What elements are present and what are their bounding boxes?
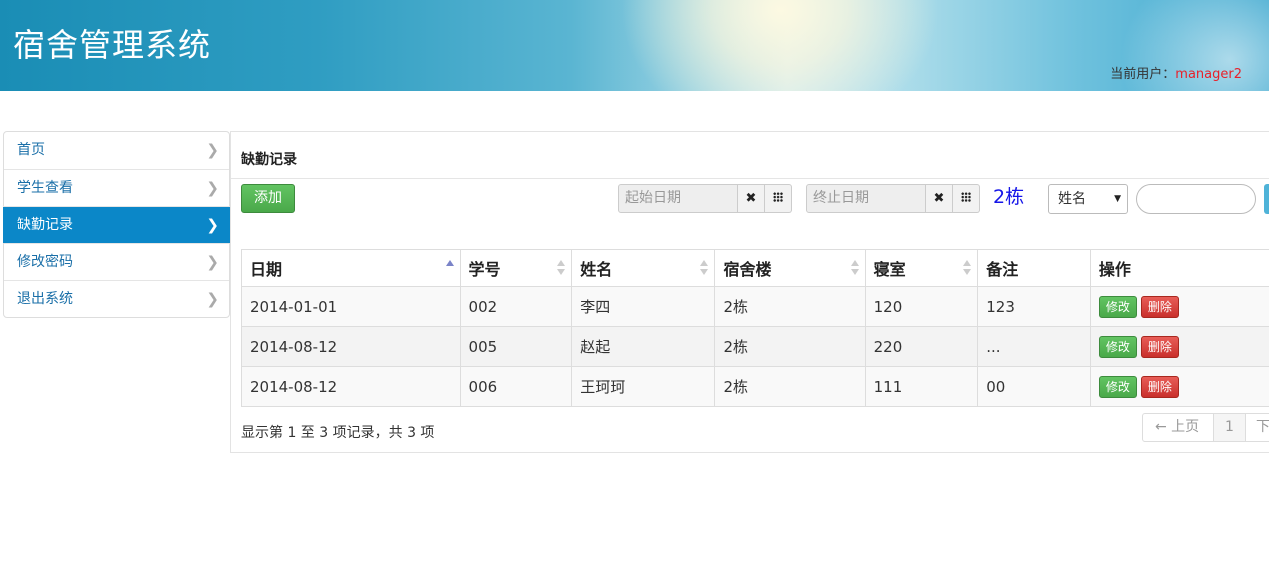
sidebar-item-label: 首页 (17, 142, 45, 158)
sidebar-nav: 首页 ❯ 学生查看 ❯ 缺勤记录 ❯ 修改密码 ❯ 退出系统 ❯ (3, 131, 230, 318)
absence-table: 日期 学号 姓名 宿舍楼 寝室 备注 操作 2014-01-01 002 李四 … (241, 249, 1269, 407)
prev-page-button[interactable]: ← 上页 (1142, 413, 1214, 442)
current-user-label: 当前用户： (1110, 67, 1176, 82)
cell-student-id: 005 (459, 326, 573, 367)
start-date-picker: 起始日期 ✖ (618, 184, 792, 213)
cell-student-id: 002 (459, 286, 573, 327)
title-divider (231, 178, 1269, 179)
sort-icon (850, 260, 859, 276)
column-header-building[interactable]: 宿舍楼 (714, 249, 866, 287)
column-header-actions: 操作 (1089, 249, 1269, 287)
cell-actions: 修改 删除 (1089, 286, 1269, 327)
edit-button[interactable]: 修改 (1098, 295, 1137, 318)
cell-name: 王珂珂 (571, 366, 716, 407)
cell-building: 2栋 (714, 286, 866, 327)
cell-name: 赵起 (571, 326, 716, 367)
sidebar-item-absence-records[interactable]: 缺勤记录 ❯ (3, 206, 230, 243)
column-header-remark: 备注 (977, 249, 1091, 287)
page-title: 缺勤记录 (241, 152, 297, 168)
edit-button[interactable]: 修改 (1098, 375, 1137, 398)
clear-icon[interactable]: ✖ (926, 184, 953, 213)
sidebar-item-label: 修改密码 (17, 254, 73, 270)
current-user-name: manager2 (1175, 67, 1242, 82)
calendar-grid-icon[interactable] (765, 184, 792, 213)
cell-date: 2014-08-12 (241, 326, 461, 367)
table-header-row: 日期 学号 姓名 宿舍楼 寝室 备注 操作 (241, 249, 1269, 287)
cell-remark: ... (977, 326, 1091, 367)
edit-button[interactable]: 修改 (1098, 335, 1137, 358)
cell-date: 2014-08-12 (241, 366, 461, 407)
page-number-button[interactable]: 1 (1214, 413, 1246, 442)
cell-date: 2014-01-01 (241, 286, 461, 327)
column-header-date[interactable]: 日期 (241, 249, 461, 287)
cell-remark: 123 (977, 286, 1091, 327)
table-row: 2014-08-12 006 王珂珂 2栋 111 00 修改 删除 (241, 366, 1269, 407)
add-button[interactable]: 添加 (241, 184, 295, 213)
sidebar-item-label: 退出系统 (17, 291, 73, 307)
header-banner: 宿舍管理系统 当前用户：manager2 (0, 0, 1269, 91)
search-button[interactable] (1264, 184, 1269, 214)
sidebar-item-students[interactable]: 学生查看 ❯ (4, 169, 229, 206)
app-title: 宿舍管理系统 (13, 26, 212, 64)
column-header-student-id[interactable]: 学号 (459, 249, 573, 287)
next-page-button[interactable]: 下 (1246, 413, 1269, 442)
sort-ascending-icon (445, 260, 454, 276)
clear-icon[interactable]: ✖ (738, 184, 765, 213)
cell-room: 220 (864, 326, 979, 367)
cell-building: 2栋 (714, 366, 866, 407)
cell-room: 120 (864, 286, 979, 327)
chevron-right-icon: ❯ (206, 141, 219, 159)
cell-actions: 修改 删除 (1089, 366, 1269, 407)
sort-icon (700, 260, 709, 276)
cell-remark: 00 (977, 366, 1091, 407)
start-date-input[interactable]: 起始日期 (618, 184, 738, 213)
sidebar-item-home[interactable]: 首页 ❯ (4, 132, 229, 169)
sort-icon (963, 260, 972, 276)
pagination: ← 上页 1 下 (1142, 413, 1269, 442)
building-label: 2栋 (993, 186, 1025, 208)
chevron-right-icon: ❯ (206, 179, 219, 197)
table-row: 2014-08-12 005 赵起 2栋 220 ... 修改 删除 (241, 326, 1269, 367)
search-input[interactable] (1136, 184, 1256, 214)
sidebar-item-logout[interactable]: 退出系统 ❯ (4, 280, 229, 317)
cell-student-id: 006 (459, 366, 573, 407)
delete-button[interactable]: 删除 (1140, 375, 1179, 398)
column-header-name[interactable]: 姓名 (571, 249, 716, 287)
dropdown-arrow-icon: ▼ (1114, 194, 1121, 204)
delete-button[interactable]: 删除 (1140, 295, 1179, 318)
chevron-right-icon: ❯ (206, 216, 219, 234)
banner-glow (620, 0, 940, 91)
chevron-right-icon: ❯ (206, 253, 219, 271)
end-date-picker: 终止日期 ✖ (806, 184, 980, 213)
cell-name: 李四 (571, 286, 716, 327)
chevron-right-icon: ❯ (206, 290, 219, 308)
sidebar-item-label: 缺勤记录 (17, 217, 73, 233)
table-row: 2014-01-01 002 李四 2栋 120 123 修改 删除 (241, 286, 1269, 327)
current-user: 当前用户：manager2 (1110, 63, 1242, 82)
calendar-grid-icon[interactable] (953, 184, 980, 213)
column-header-room[interactable]: 寝室 (864, 249, 979, 287)
main-panel: 缺勤记录 添加 起始日期 ✖ 终止日期 ✖ 2栋 姓名 ▼ 日期 学号 姓名 宿… (230, 131, 1269, 453)
delete-button[interactable]: 删除 (1140, 335, 1179, 358)
sidebar-item-label: 学生查看 (17, 180, 73, 196)
cell-actions: 修改 删除 (1089, 326, 1269, 367)
search-field-select[interactable]: 姓名 ▼ (1048, 184, 1128, 214)
sort-icon (557, 260, 566, 276)
table-info: 显示第 1 至 3 项记录，共 3 项 (241, 425, 435, 441)
cell-building: 2栋 (714, 326, 866, 367)
search-field-selected: 姓名 (1058, 191, 1086, 207)
end-date-input[interactable]: 终止日期 (806, 184, 926, 213)
sidebar-item-change-password[interactable]: 修改密码 ❯ (4, 243, 229, 280)
cell-room: 111 (864, 366, 979, 407)
